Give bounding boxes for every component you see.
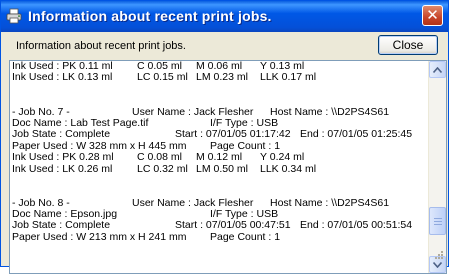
- ink-value: Ink Used : LK 0.13 ml: [12, 71, 113, 84]
- end-time: End : 07/01/05 00:51:54: [300, 219, 413, 232]
- end-time: End : 07/01/05 01:25:45: [300, 128, 413, 141]
- print-log-content: Ink Used : PK 0.11 ml C 0.05 ml M 0.06 m…: [12, 61, 428, 243]
- close-icon: ✕: [426, 7, 439, 24]
- host-name: Host Name : \\D2PS4S61: [270, 196, 390, 209]
- ink-line: Ink Used : PK 0.28 ml C 0.08 ml M 0.12 m…: [12, 151, 428, 164]
- dialog-client: Information about recent print jobs. Clo…: [4, 32, 447, 274]
- ink-value: Ink Used : PK 0.28 ml: [12, 151, 114, 164]
- paper-line: Paper Used : W 213 mm x H 241 mm Page Co…: [12, 230, 428, 243]
- ink-value: LM 0.50 ml: [196, 162, 248, 175]
- vertical-scrollbar[interactable]: [428, 61, 446, 273]
- paper-used: Paper Used : W 213 mm x H 241 mm: [12, 230, 187, 243]
- ink-value: LLK 0.34 ml: [260, 162, 317, 175]
- scroll-up-button[interactable]: [429, 61, 446, 78]
- resize-grip-icon[interactable]: [432, 250, 444, 262]
- ink-line: Ink Used : LK 0.26 ml LC 0.32 ml LM 0.50…: [12, 162, 428, 175]
- ink-value: Ink Used : LK 0.26 ml: [12, 162, 113, 175]
- dialog-window: Information about recent print jobs. ✕ I…: [0, 0, 449, 274]
- ink-value: Y 0.24 ml: [260, 151, 305, 164]
- host-name: Host Name : \\D2PS4S61: [270, 105, 390, 118]
- title-bar[interactable]: Information about recent print jobs. ✕: [1, 1, 448, 32]
- ink-value: LC 0.32 ml: [137, 162, 188, 175]
- dialog-caption: Information about recent print jobs.: [16, 40, 186, 52]
- arrow-up-icon: [433, 66, 442, 73]
- ink-line: Ink Used : LK 0.13 ml LC 0.15 ml LM 0.23…: [12, 71, 428, 84]
- page-count: Page Count : 1: [210, 230, 281, 243]
- print-log-textbox[interactable]: Ink Used : PK 0.11 ml C 0.05 ml M 0.06 m…: [9, 60, 447, 274]
- close-button[interactable]: Close: [378, 35, 438, 55]
- scroll-thumb[interactable]: [429, 207, 446, 235]
- ink-value: LM 0.23 ml: [196, 71, 248, 84]
- ink-value: LC 0.15 ml: [137, 71, 188, 84]
- printer-icon: [6, 8, 22, 24]
- ink-value: M 0.12 ml: [196, 151, 243, 164]
- ink-value: C 0.08 ml: [137, 151, 182, 164]
- title-close-button[interactable]: ✕: [422, 5, 443, 26]
- window-title: Information about recent print jobs.: [28, 8, 272, 24]
- ink-value: LLK 0.17 ml: [260, 71, 317, 84]
